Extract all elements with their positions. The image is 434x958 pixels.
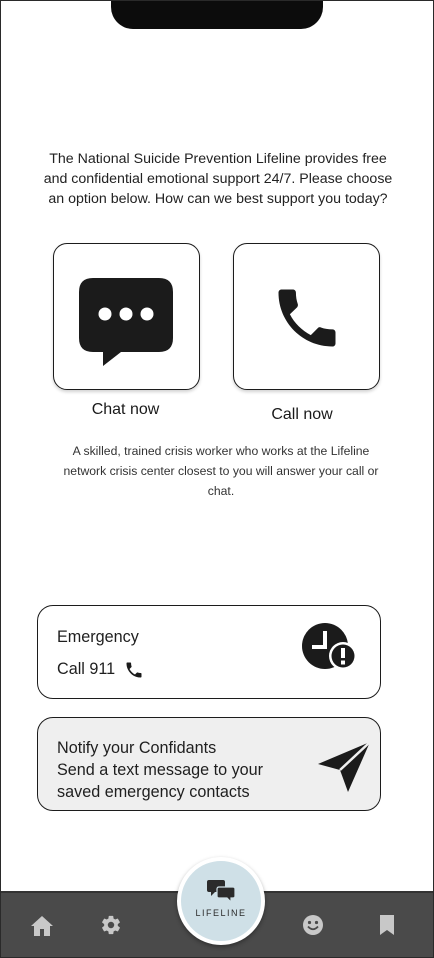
lifeline-label: LIFELINE (195, 908, 247, 918)
crisis-worker-note: A skilled, trained crisis worker who wor… (63, 444, 379, 498)
notify-title: Notify your Confidants (57, 739, 217, 757)
send-icon (318, 741, 371, 792)
chat-now-label[interactable]: Chat now (53, 401, 198, 419)
notify-confidants-card[interactable]: Notify your Confidants Send a text messa… (37, 717, 381, 811)
phone-frame: The National Suicide Prevention Lifeline… (0, 0, 434, 958)
clock-alert-icon (302, 623, 357, 670)
phone-icon (278, 289, 336, 347)
call-now-button[interactable] (233, 243, 380, 390)
call-now-label[interactable]: Call now (233, 406, 371, 424)
gear-icon[interactable] (100, 914, 122, 936)
emergency-card[interactable]: Emergency Call 911 (37, 605, 381, 699)
chat-bubbles-icon (207, 880, 235, 903)
smiley-icon[interactable] (302, 914, 324, 936)
home-icon[interactable] (30, 915, 54, 937)
call-911-text[interactable]: Call 911 (57, 660, 115, 679)
notify-description-line1: Send a text message to your (57, 761, 264, 779)
notify-description-line2: saved emergency contacts (57, 783, 250, 801)
phone-small-icon (126, 662, 142, 678)
chat-now-button[interactable] (53, 243, 200, 390)
device-notch (111, 1, 323, 29)
bookmark-icon[interactable] (379, 914, 395, 936)
intro-text: The National Suicide Prevention Lifeline… (43, 151, 393, 207)
chat-bubble-icon (79, 278, 173, 366)
lifeline-button[interactable]: LIFELINE (177, 857, 265, 945)
emergency-title: Emergency (57, 628, 139, 646)
